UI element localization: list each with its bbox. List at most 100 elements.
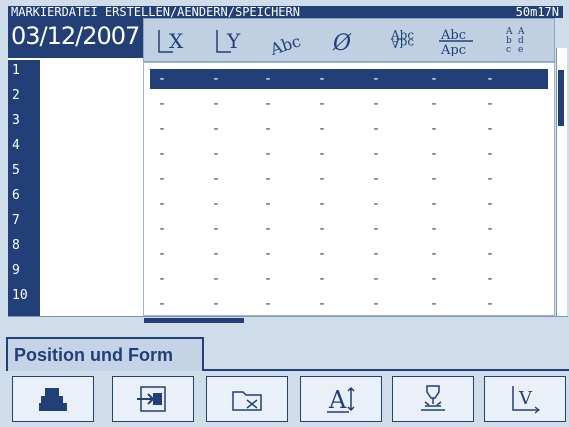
text-arc-icon[interactable]: Abc [262,23,316,59]
grid-cell[interactable]: - [370,172,382,186]
grid-cell[interactable]: - [316,97,328,111]
grid-cell[interactable]: - [370,247,382,261]
grid-cell[interactable]: - [262,147,274,161]
grid-cell[interactable]: - [484,172,496,186]
row-number[interactable]: 8 [12,239,20,253]
grid-cell[interactable]: - [262,72,274,86]
grid-cell[interactable]: - [210,72,222,86]
grid-cell[interactable]: - [370,197,382,211]
row-number[interactable]: 10 [12,289,28,303]
grid-cell[interactable]: - [262,97,274,111]
grid-cell[interactable]: - [484,272,496,286]
grid-cell[interactable]: - [316,297,328,311]
mirror-text-icon[interactable]: Abc Apc [430,23,484,59]
grid-cell[interactable]: - [484,72,496,86]
grid-cell[interactable]: - [156,172,168,186]
y-position-icon[interactable]: Y [206,23,260,59]
grid-cell[interactable]: - [210,272,222,286]
grid-cell[interactable]: - [262,222,274,236]
grid-cell[interactable]: - [210,197,222,211]
grid-cell[interactable]: - [210,172,222,186]
grid-cell[interactable]: - [156,147,168,161]
grid-cell[interactable]: - [262,122,274,136]
grid-cell[interactable]: - [484,297,496,311]
grid-cell[interactable]: - [316,222,328,236]
grid-cell[interactable]: - [370,122,382,136]
date-label: 03/12/2007 [11,22,140,50]
row-number[interactable]: 3 [12,114,20,128]
grid-cell[interactable]: - [156,222,168,236]
grid-cell[interactable]: - [210,147,222,161]
grid-cell[interactable]: - [156,122,168,136]
grid-cell[interactable]: - [428,172,440,186]
data-grid[interactable]: - - - - - - - - - - - - - - - - - - - - - - - - - - - - - - - - - - - - - - - -… [143,62,555,316]
grid-cell[interactable]: - [262,172,274,186]
grid-cell[interactable]: - [428,297,440,311]
grid-cell[interactable]: - [316,247,328,261]
grid-cell[interactable]: - [484,97,496,111]
grid-cell[interactable]: - [316,197,328,211]
text-height-button[interactable]: A [300,376,382,422]
grid-cell[interactable]: - [484,222,496,236]
row-number[interactable]: 6 [12,189,20,203]
horizontal-scrollbar[interactable] [8,316,568,325]
grid-cell[interactable]: - [156,247,168,261]
grid-cell[interactable]: - [370,72,382,86]
grid-cell[interactable]: - [156,97,168,111]
grid-cell[interactable]: - [316,72,328,86]
grid-cell[interactable]: - [370,272,382,286]
grid-cell[interactable]: - [316,272,328,286]
row-number[interactable]: 2 [12,89,20,103]
grid-cell[interactable]: - [428,72,440,86]
vertical-scroll-thumb[interactable] [558,70,564,126]
grid-cell[interactable]: - [262,247,274,261]
grid-cell[interactable]: - [210,222,222,236]
row-number[interactable]: 4 [12,139,20,153]
grid-cell[interactable]: - [156,197,168,211]
grid-cell[interactable]: - [262,272,274,286]
xy-axis-button[interactable]: V [484,376,566,422]
diameter-icon[interactable]: Ø [316,23,370,59]
grid-cell[interactable]: - [316,172,328,186]
import-button[interactable] [112,376,194,422]
grid-cell[interactable]: - [156,272,168,286]
grid-cell[interactable]: - [370,222,382,236]
grid-cell[interactable]: - [316,122,328,136]
x-position-icon[interactable]: X [148,23,202,59]
grid-cell[interactable]: - [428,222,440,236]
svg-text:Ø: Ø [332,31,352,56]
grid-cell[interactable]: - [484,122,496,136]
tab-position-und-form[interactable]: Position und Form [6,337,204,371]
char-direction-icon[interactable]: AbcAde [490,23,544,59]
grid-cell[interactable]: - [262,197,274,211]
grid-cell[interactable]: - [210,97,222,111]
grid-cell[interactable]: - [428,197,440,211]
grid-cell[interactable]: - [428,272,440,286]
row-number[interactable]: 9 [12,264,20,278]
grid-cell[interactable]: - [262,297,274,311]
horizontal-scroll-thumb[interactable] [144,318,244,323]
grid-cell[interactable]: - [156,297,168,311]
grid-cell[interactable]: - [428,122,440,136]
hammer-button[interactable] [12,376,94,422]
grid-cell[interactable]: - [370,147,382,161]
grid-cell[interactable]: - [210,247,222,261]
folder-button[interactable] [206,376,288,422]
grid-cell[interactable]: - [210,122,222,136]
row-number[interactable]: 1 [12,64,20,78]
marking-button[interactable] [392,376,474,422]
row-number[interactable]: 7 [12,214,20,228]
grid-cell[interactable]: - [428,247,440,261]
row-number[interactable]: 5 [12,164,20,178]
grid-cell[interactable]: - [156,72,168,86]
grid-cell[interactable]: - [428,147,440,161]
grid-cell[interactable]: - [316,147,328,161]
grid-cell[interactable]: - [210,297,222,311]
grid-cell[interactable]: - [484,247,496,261]
grid-cell[interactable]: - [484,147,496,161]
text-angle-icon[interactable]: Abc Abc [372,23,426,59]
grid-cell[interactable]: - [370,97,382,111]
grid-cell[interactable]: - [428,97,440,111]
grid-cell[interactable]: - [484,197,496,211]
grid-cell[interactable]: - [370,297,382,311]
